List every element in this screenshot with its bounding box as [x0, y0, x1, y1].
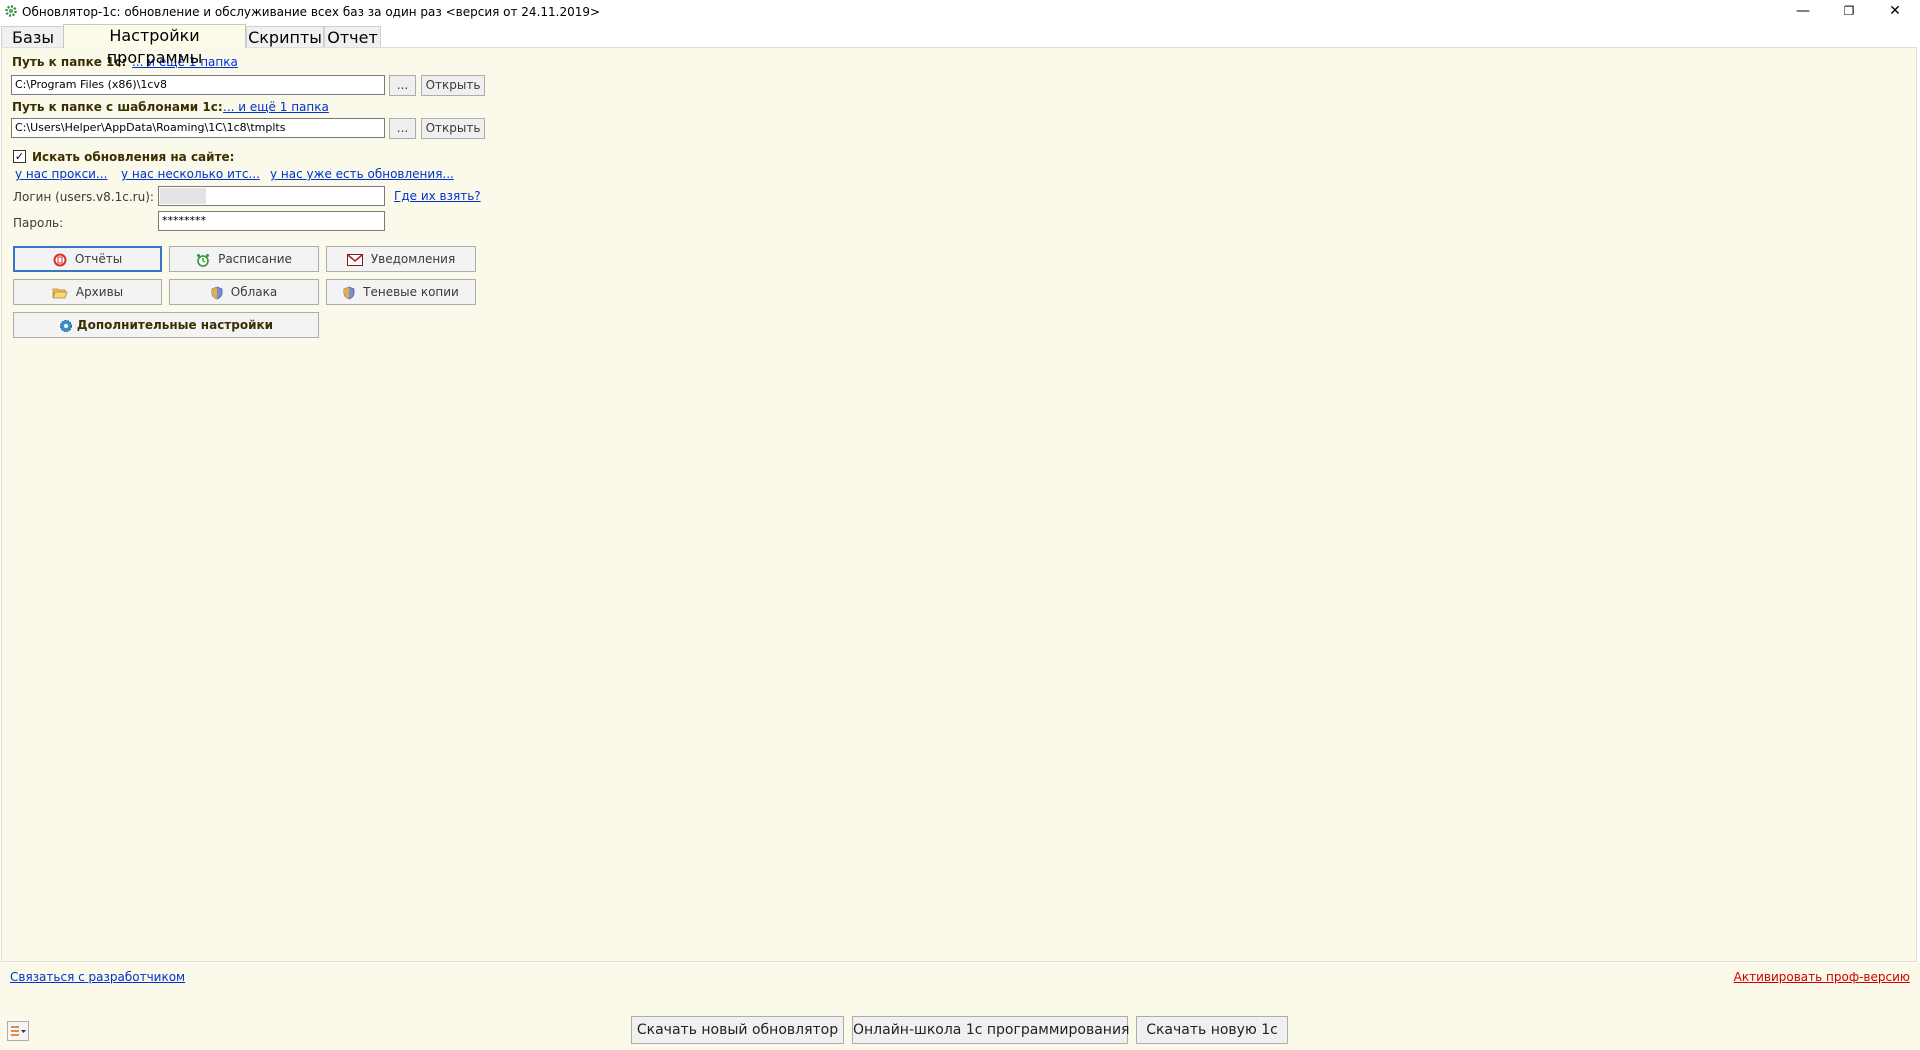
- alarm-clock-icon: [197, 253, 210, 267]
- password-label: Пароль:: [13, 216, 64, 230]
- shadow-copies-label: Теневые копии: [363, 285, 459, 299]
- clouds-button[interactable]: Облака: [169, 279, 319, 305]
- clouds-label: Облака: [230, 285, 278, 299]
- online-school-button[interactable]: Онлайн-школа 1с программирования: [852, 1016, 1129, 1044]
- contact-developer-link[interactable]: Связаться с разработчиком: [10, 970, 185, 984]
- window-title: Обновлятор-1с: обновление и обслуживание…: [22, 5, 601, 19]
- download-1c-button[interactable]: Скачать новую 1с: [1136, 1016, 1288, 1044]
- tab-bases[interactable]: Базы: [1, 26, 65, 48]
- templates-open-button[interactable]: Открыть: [421, 118, 485, 139]
- title-bar: Обновлятор-1с: обновление и обслуживание…: [0, 0, 1920, 24]
- restore-button[interactable]: ❐: [1826, 0, 1872, 24]
- check-updates-label: Искать обновления на сайте:: [32, 150, 235, 164]
- mail-icon: [346, 253, 363, 266]
- archives-button[interactable]: Архивы: [13, 279, 162, 305]
- reports-button[interactable]: Отчёты: [13, 246, 162, 272]
- shadow-copies-button[interactable]: Теневые копии: [326, 279, 476, 305]
- where-get-link[interactable]: Где их взять?: [394, 189, 481, 203]
- notifications-button[interactable]: Уведомления: [326, 246, 476, 272]
- templates-more-link[interactable]: ... и ещё 1 папка: [223, 100, 329, 114]
- gear-icon: [59, 319, 72, 332]
- have-updates-link[interactable]: у нас уже есть обновления...: [270, 167, 454, 181]
- minimize-button[interactable]: —: [1780, 0, 1826, 24]
- path-1c-open-button[interactable]: Открыть: [421, 75, 485, 96]
- check-updates-checkbox[interactable]: ✓: [13, 150, 26, 163]
- archives-label: Архивы: [75, 285, 124, 299]
- path-1c-browse-button[interactable]: ...: [389, 75, 416, 96]
- templates-path-input[interactable]: C:\Users\Helper\AppData\Roaming\1C\1c8\t…: [11, 118, 385, 138]
- shield-icon: [211, 286, 223, 299]
- settings-panel: [1, 47, 1917, 962]
- templates-browse-button[interactable]: ...: [389, 118, 416, 139]
- multiple-its-link[interactable]: у нас несколько итс...: [121, 167, 260, 181]
- proxy-link[interactable]: у нас прокси...: [15, 167, 107, 181]
- download-updater-button[interactable]: Скачать новый обновлятор: [631, 1016, 844, 1044]
- reports-icon: [53, 253, 67, 266]
- login-input[interactable]: [158, 186, 385, 206]
- templates-path-label: Путь к папке с шаблонами 1с:: [12, 100, 223, 114]
- activate-pro-link[interactable]: Активировать проф-версию: [1734, 970, 1910, 984]
- shield-icon: [343, 286, 355, 299]
- notifications-label: Уведомления: [370, 252, 456, 266]
- advanced-settings-label: Дополнительные настройки: [76, 318, 274, 332]
- schedule-label: Расписание: [218, 252, 292, 266]
- folder-open-icon: [52, 288, 68, 298]
- login-label: Логин (users.v8.1c.ru):: [13, 190, 154, 204]
- tab-program-settings[interactable]: Настройки программы: [63, 24, 246, 67]
- password-input[interactable]: ********: [158, 211, 385, 231]
- reports-label: Отчёты: [74, 252, 123, 266]
- tab-scripts[interactable]: Скрипты: [246, 26, 324, 48]
- advanced-settings-button[interactable]: Дополнительные настройки: [13, 312, 319, 338]
- tab-bar: Базы Настройки программы Скрипты Отчет: [0, 24, 1920, 67]
- schedule-button[interactable]: Расписание: [169, 246, 319, 272]
- tab-report[interactable]: Отчет: [324, 26, 381, 48]
- menu-list-icon[interactable]: [7, 1021, 29, 1041]
- close-button[interactable]: ✕: [1872, 0, 1918, 24]
- login-masked-fill: [160, 188, 206, 204]
- path-1c-input[interactable]: C:\Program Files (x86)\1cv8: [11, 75, 385, 95]
- app-gear-icon: [5, 5, 17, 17]
